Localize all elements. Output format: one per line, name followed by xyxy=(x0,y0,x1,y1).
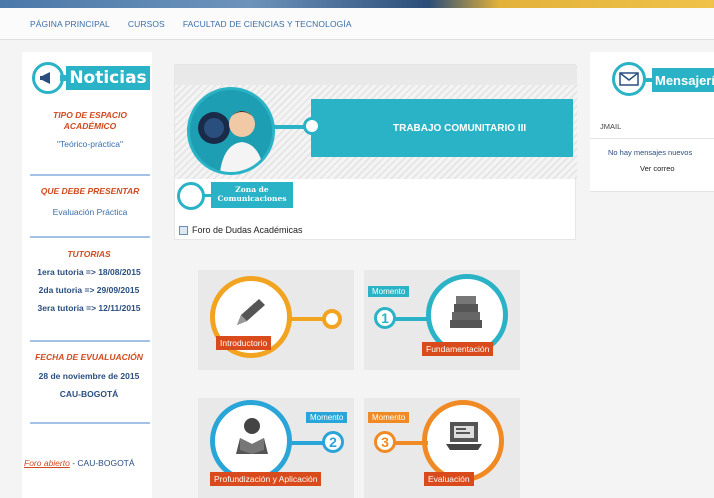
lugar-value: CAU-BOGOTÁ xyxy=(59,389,119,399)
tipo-section: TIPO DE ESPACIO ACADÉMICO "Teórico-práct… xyxy=(30,110,150,149)
module-label: Introductorio xyxy=(216,336,272,350)
envelope-icon xyxy=(612,62,646,96)
gmail-label: JMAIL xyxy=(600,122,622,131)
module-label: Fundamentación xyxy=(422,342,494,356)
momento-tag: Momento xyxy=(368,412,410,423)
divider xyxy=(30,174,150,176)
mensajeria-title: Mensajería xyxy=(652,68,714,92)
momento-tag: Momento xyxy=(368,286,410,297)
tutorias-section: TUTORIAS 1era tutoria => 18/08/2015 2da … xyxy=(26,249,152,313)
module-introductorio[interactable]: Introductorio xyxy=(198,270,354,370)
reader-icon xyxy=(228,412,276,460)
foro-abierto-link[interactable]: Foro abierto xyxy=(24,458,70,468)
tutoria-item: 1era tutoria => 18/08/2015 xyxy=(37,267,141,277)
nav-cursos[interactable]: CURSOS xyxy=(128,19,165,29)
presentar-section: QUE DEBE PRESENTAR Evaluación Práctica xyxy=(30,186,150,217)
foro-abierto-line: Foro abierto - CAU-BOGOTÁ xyxy=(24,458,152,468)
presentar-title: QUE DEBE PRESENTAR xyxy=(40,186,140,196)
momento-number: 2 xyxy=(322,431,344,453)
nav-facultad[interactable]: FACULTAD DE CIENCIAS Y TECNOLOGÍA xyxy=(183,19,352,29)
presentar-value: Evaluación Práctica xyxy=(52,207,128,217)
tutorias-title: TUTORIAS xyxy=(67,249,111,259)
tutoria-item: 2da tutoria => 29/09/2015 xyxy=(38,285,140,295)
module-fundamentacion[interactable]: Momento 1 Fundamentación xyxy=(364,270,520,370)
tipo-value: "Teórico-práctica" xyxy=(56,139,124,149)
noticias-panel: Noticias TIPO DE ESPACIO ACADÉMICO "Teór… xyxy=(22,52,152,498)
top-stripe xyxy=(0,0,714,8)
momento-tag: Momento xyxy=(306,412,348,423)
laptop-icon xyxy=(440,412,488,460)
module-evaluacion[interactable]: Momento 3 Evaluación xyxy=(364,398,520,498)
module-label: Evaluación xyxy=(424,472,474,486)
chat-icon xyxy=(177,182,205,210)
module-profundizacion[interactable]: Momento 2 Profundización y Aplicación xyxy=(198,398,354,498)
top-navigation: PÁGINA PRINCIPAL CURSOS FACULTAD DE CIEN… xyxy=(0,8,714,40)
student-photo xyxy=(187,87,275,175)
fecha-value: 28 de noviembre de 2015 xyxy=(38,371,140,381)
nav-pagina-principal[interactable]: PÁGINA PRINCIPAL xyxy=(30,19,110,29)
zona-title: Zona de Comunicaciones xyxy=(211,182,293,208)
foro-abierto-location: - CAU-BOGOTÁ xyxy=(69,458,135,468)
divider xyxy=(30,422,150,424)
foro-dudas-label: Foro de Dudas Académicas xyxy=(192,225,303,235)
noticias-banner: Noticias xyxy=(32,60,150,96)
foro-dudas-link[interactable]: Foro de Dudas Académicas xyxy=(179,225,303,235)
ver-correo-link[interactable]: Ver correo xyxy=(640,164,675,173)
zona-comunicaciones-banner: Zona de Comunicaciones xyxy=(177,179,295,213)
momento-number: 3 xyxy=(374,431,396,453)
divider xyxy=(30,340,150,342)
mensajeria-banner: Mensajería xyxy=(612,60,714,100)
books-icon xyxy=(442,288,490,336)
no-messages-text: No hay mensajes nuevos xyxy=(608,148,693,157)
fecha-title: FECHA DE EVUALUACIÓN xyxy=(35,352,143,362)
fecha-section: FECHA DE EVUALUACIÓN 28 de noviembre de … xyxy=(26,352,152,399)
course-hero: TRABAJO COMUNITARIO III xyxy=(175,85,577,179)
pencil-icon xyxy=(228,290,274,336)
mensajeria-panel: Mensajería JMAIL No hay mensajes nuevos … xyxy=(590,52,714,192)
tipo-title: TIPO DE ESPACIO ACADÉMICO xyxy=(53,110,127,131)
module-label: Profundización y Aplicación xyxy=(210,472,322,486)
course-title: TRABAJO COMUNITARIO III xyxy=(311,99,573,157)
noticias-title: Noticias xyxy=(66,66,150,90)
momento-number: 1 xyxy=(374,307,396,329)
divider xyxy=(30,236,150,238)
course-header-panel: TRABAJO COMUNITARIO III Zona de Comunica… xyxy=(174,64,577,240)
forum-icon xyxy=(179,225,188,235)
tutoria-item: 3era tutoria => 12/11/2015 xyxy=(37,303,141,313)
